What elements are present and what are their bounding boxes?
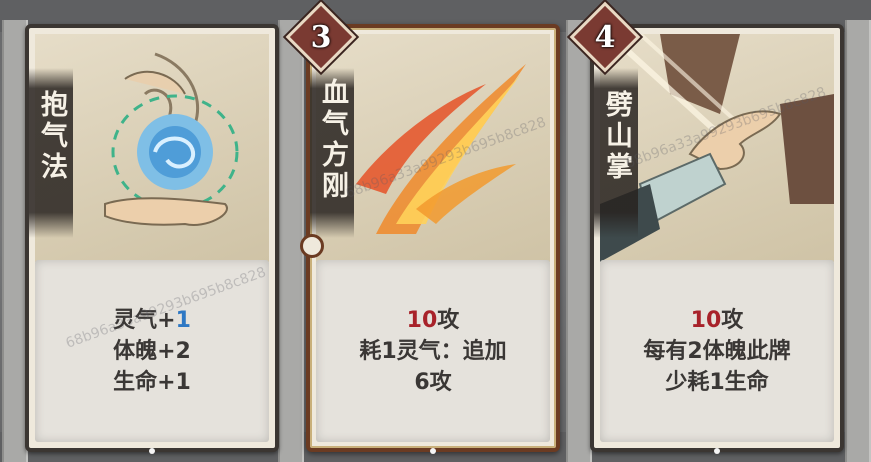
cost-number: 4 (594, 20, 616, 55)
card-description: 灵气+1 体魄+2 生命+1 (35, 260, 269, 442)
card-name: 血气方刚 (317, 78, 348, 202)
description-line: 灵气+1 (113, 307, 191, 333)
description-line: 每有2体魄此牌 (643, 338, 791, 364)
card-description: 10攻 每有2体魄此牌 少耗1生命 (600, 260, 834, 442)
description-line: 生命+1 (113, 369, 191, 395)
description-lines: 灵气+1 体魄+2 生命+1 (113, 305, 191, 398)
description-line: 少耗1生命 (665, 369, 769, 395)
description-lines: 10攻 耗1灵气：追加 6攻 (359, 305, 506, 398)
card-indicator-dot (430, 448, 436, 454)
card-indicator-dot (714, 448, 720, 454)
card-name: 抱气法 (36, 90, 67, 183)
description-lines: 10攻 每有2体魄此牌 少耗1生命 (643, 305, 790, 398)
card-baoqifa[interactable]: 抱气法 灵气+1 体魄+2 生命+1 (25, 24, 279, 454)
background-pillar (566, 20, 592, 462)
description-line: 10攻 (690, 307, 744, 333)
description-line: 10攻 (406, 307, 460, 333)
card-pishanzhang[interactable]: 劈山掌 10攻 每有2体魄此牌 少耗1生命 4 (569, 1, 844, 454)
description-line: 体魄+2 (113, 338, 191, 364)
background-pillar (845, 20, 871, 462)
cost-number: 3 (310, 20, 332, 55)
description-line: 6攻 (414, 369, 452, 395)
card-indicator-dot (149, 448, 155, 454)
ring-icon (300, 234, 324, 258)
card-description: 10攻 耗1灵气：追加 6攻 (316, 260, 550, 442)
card-xueqifanggang[interactable]: 血气方刚 10攻 耗1灵气：追加 6攻 3 (285, 1, 560, 454)
description-line: 耗1灵气：追加 (359, 338, 507, 364)
card-name: 劈山掌 (601, 90, 632, 183)
